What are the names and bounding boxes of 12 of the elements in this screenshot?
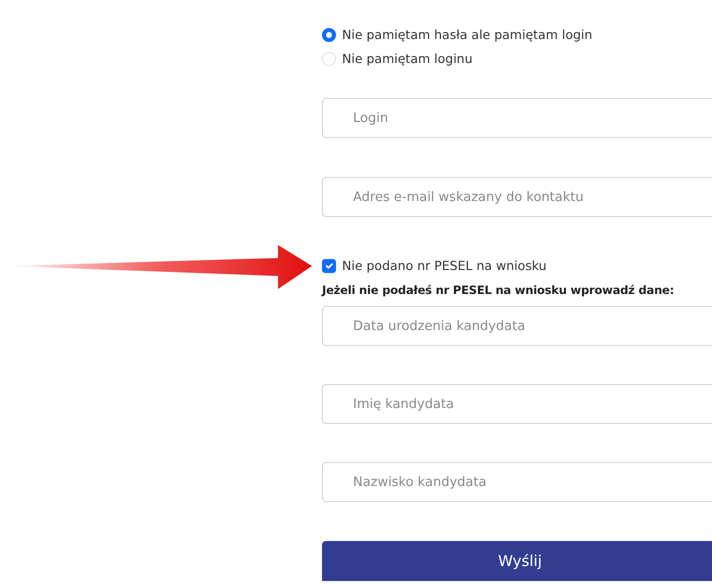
radio-button[interactable] [322,28,336,42]
input-field[interactable]: Login [322,98,712,138]
instruction-text: Jeżeli nie podałeś nr PESEL na wniosku wprowadź dane: [322,282,676,299]
input-field[interactable]: Nazwisko kandydata [322,462,712,502]
checkbox-label[interactable]: Nie podano nr PESEL na wniosku [342,256,547,276]
checkbox[interactable] [322,259,336,273]
radio-label[interactable]: Nie pamiętam hasła ale pamiętam login [342,26,592,44]
input-field[interactable]: Adres e-mail wskazany do kontaktu [322,177,712,217]
submit-button[interactable]: Wyślij [322,541,712,582]
input-field[interactable]: Imię kandydata [322,384,712,424]
input-field[interactable]: Data urodzenia kandydata [322,306,712,346]
radio-label[interactable]: Nie pamiętam loginu [342,50,473,68]
